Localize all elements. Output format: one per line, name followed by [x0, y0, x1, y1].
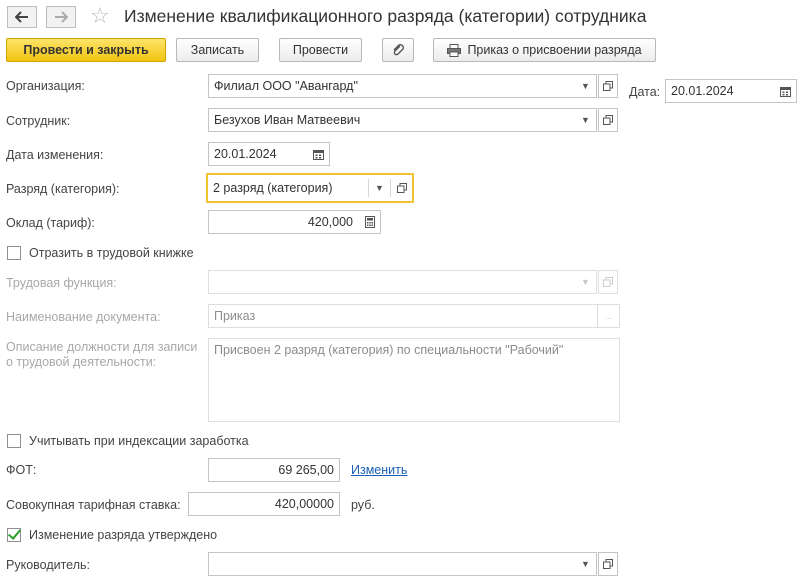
labor-function-label: Трудовая функция: [6, 276, 117, 290]
date-field[interactable]: 20.01.2024 [665, 79, 797, 103]
ellipsis-icon[interactable]: ... [597, 305, 619, 327]
salary-field[interactable]: 420,000 [208, 210, 381, 234]
grade-label: Разряд (категория): [6, 182, 120, 196]
consider-indexation-checkbox[interactable] [7, 434, 21, 448]
open-icon [603, 277, 613, 287]
change-date-label: Дата изменения: [6, 148, 104, 162]
grade-field[interactable]: 2 разряд (категория) ▼ [206, 173, 414, 203]
position-description-textarea[interactable]: Присвоен 2 разряд (категория) по специал… [208, 338, 620, 422]
date-value: 20.01.2024 [671, 84, 734, 98]
salary-value: 420,000 [307, 215, 353, 229]
fot-label: ФОТ: [6, 463, 37, 477]
open-icon [603, 115, 613, 125]
change-date-field[interactable]: 20.01.2024 [208, 142, 330, 166]
organization-label: Организация: [6, 79, 85, 93]
reflect-in-workbook-checkbox[interactable] [7, 246, 21, 260]
document-name-label: Наименование документа: [6, 310, 161, 324]
chevron-down-icon[interactable]: ▼ [574, 75, 596, 97]
forward-button[interactable] [46, 6, 76, 28]
attach-button[interactable] [382, 38, 414, 62]
open-icon [603, 81, 613, 91]
employee-value: Безухов Иван Матвеевич [214, 113, 361, 127]
grade-value: 2 разряд (категория) [213, 181, 333, 195]
chevron-down-icon[interactable]: ▼ [574, 553, 596, 575]
back-button[interactable] [7, 6, 37, 28]
total-rate-field: 420,00000 [188, 492, 340, 516]
organization-value: Филиал ООО "Авангард" [214, 79, 358, 93]
approved-checkbox[interactable] [7, 528, 21, 542]
print-order-label: Приказ о присвоении разряда [467, 43, 642, 57]
manager-open-button[interactable] [598, 552, 618, 576]
document-name-field[interactable]: Приказ ... [208, 304, 620, 328]
page-title: Изменение квалификационного разряда (кат… [124, 6, 647, 26]
calendar-icon[interactable] [307, 143, 329, 165]
total-rate-label: Совокупная тарифная ставка: [6, 498, 181, 512]
manager-label: Руководитель: [6, 558, 91, 572]
fot-change-link[interactable]: Изменить [351, 463, 407, 477]
save-button[interactable]: Записать [176, 38, 259, 62]
employee-label: Сотрудник: [6, 114, 71, 128]
organization-open-button[interactable] [598, 74, 618, 98]
post-button[interactable]: Провести [279, 38, 362, 62]
arrow-left-icon [15, 11, 29, 23]
position-description-label-2: о трудовой деятельности: [6, 355, 157, 369]
chevron-down-icon[interactable]: ▼ [574, 271, 596, 293]
print-order-button[interactable]: Приказ о присвоении разряда [433, 38, 656, 62]
paperclip-icon [391, 43, 405, 57]
position-description-label-1: Описание должности для записи [6, 340, 198, 354]
employee-field[interactable]: Безухов Иван Матвеевич ▼ [208, 108, 597, 132]
document-name-value: Приказ [214, 309, 256, 323]
total-rate-value: 420,00000 [274, 497, 334, 511]
total-rate-unit: руб. [351, 498, 375, 512]
date-label: Дата: [629, 85, 661, 99]
labor-function-open-button[interactable] [598, 270, 618, 294]
open-icon [603, 559, 613, 569]
approved-label: Изменение разряда утверждено [29, 528, 218, 542]
calculator-icon[interactable] [358, 211, 380, 233]
printer-icon [447, 43, 462, 57]
manager-field[interactable]: ▼ [208, 552, 597, 576]
fot-field: 69 265,00 [208, 458, 340, 482]
chevron-down-icon[interactable]: ▼ [574, 109, 596, 131]
organization-field[interactable]: Филиал ООО "Авангард" ▼ [208, 74, 597, 98]
change-date-value: 20.01.2024 [214, 147, 277, 161]
reflect-in-workbook-label: Отразить в трудовой книжке [29, 246, 194, 260]
post-and-close-button[interactable]: Провести и закрыть [6, 38, 166, 62]
calendar-icon[interactable] [774, 80, 796, 102]
salary-label: Оклад (тариф): [6, 216, 95, 230]
arrow-right-icon [54, 11, 68, 23]
labor-function-field[interactable]: ▼ [208, 270, 597, 294]
employee-open-button[interactable] [598, 108, 618, 132]
chevron-down-icon[interactable]: ▼ [368, 179, 390, 197]
consider-indexation-label: Учитывать при индексации заработка [29, 434, 249, 448]
fot-value: 69 265,00 [278, 463, 334, 477]
star-icon[interactable]: ☆ [90, 4, 110, 28]
open-icon[interactable] [390, 179, 412, 197]
